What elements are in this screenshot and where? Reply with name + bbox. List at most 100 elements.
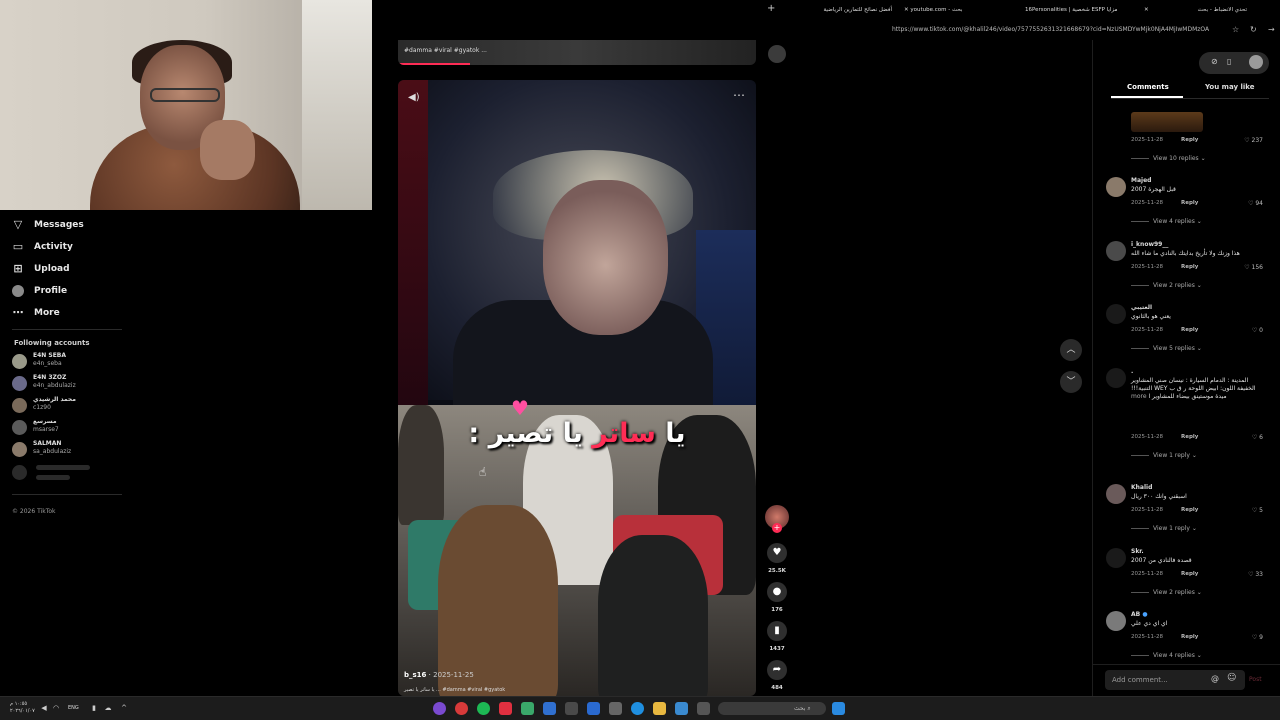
reply-button[interactable]: Reply bbox=[1181, 200, 1198, 206]
emoji-icon[interactable]: ☺ bbox=[1227, 673, 1236, 683]
comment-likes[interactable]: ♡ 6 bbox=[1252, 434, 1263, 441]
volume-icon[interactable]: ◀) bbox=[408, 92, 420, 103]
comment-likes[interactable]: ♡ 9 bbox=[1252, 634, 1263, 641]
bookmark-icon[interactable]: ☆ bbox=[1232, 25, 1239, 34]
tab-comments[interactable]: Comments bbox=[1127, 83, 1169, 91]
comment-username[interactable]: العتيبي bbox=[1131, 304, 1152, 311]
comment-likes[interactable]: ♡ 33 bbox=[1248, 571, 1263, 578]
previous-author-avatar[interactable] bbox=[768, 45, 786, 63]
app-icon-recorder[interactable] bbox=[455, 702, 468, 715]
browser-tab[interactable]: ✕ youtube.com - بحث bbox=[904, 4, 1014, 17]
close-icon[interactable]: ✕ bbox=[1144, 4, 1154, 17]
new-tab-button[interactable]: + bbox=[767, 3, 775, 14]
browser-tab[interactable]: أفضل نصائح للتمارين الرياضية bbox=[786, 4, 892, 17]
app-icon-games[interactable] bbox=[521, 702, 534, 715]
view-replies-button[interactable]: View 2 replies ⌄ bbox=[1131, 282, 1202, 289]
cloud-icon[interactable]: ☁ bbox=[104, 704, 112, 712]
taskbar-clock[interactable]: ١٠:٥٥ م ٢٠٢٦/٠١/٠٧ bbox=[10, 701, 35, 715]
nav-profile[interactable]: Profile bbox=[12, 281, 67, 301]
browser-tab[interactable]: تحدي الانضباط - بحث bbox=[1172, 4, 1247, 17]
app-icon-spotify[interactable] bbox=[477, 702, 490, 715]
reply-button[interactable]: Reply bbox=[1181, 571, 1198, 577]
reply-button[interactable]: Reply bbox=[1181, 264, 1198, 270]
nav-upload[interactable]: ⊞ Upload bbox=[12, 259, 69, 279]
nav-activity[interactable]: ▭ Activity bbox=[12, 237, 73, 257]
following-account[interactable]: SALMAN sa_abdulaziz bbox=[12, 439, 122, 461]
avatar[interactable] bbox=[1106, 368, 1126, 388]
chevron-up-icon[interactable]: ^ bbox=[120, 704, 128, 712]
app-icon-edge[interactable] bbox=[631, 702, 644, 715]
refresh-icon[interactable]: ↻ bbox=[1250, 25, 1257, 34]
view-replies-button[interactable]: View 1 reply ⌄ bbox=[1131, 525, 1197, 532]
video-player[interactable]: ♥ يا ساتر يا تصير : ◀) ⋯ b_s16 · 2025-11… bbox=[398, 80, 756, 696]
view-replies-button[interactable]: View 4 replies ⌄ bbox=[1131, 652, 1202, 659]
wifi-icon[interactable]: ◠ bbox=[52, 704, 60, 712]
comment-username[interactable]: i_know99__ bbox=[1131, 241, 1168, 248]
app-icon-copilot[interactable] bbox=[433, 702, 446, 715]
reply-button[interactable]: Reply bbox=[1181, 327, 1198, 333]
speaker-icon[interactable]: ◀ bbox=[40, 704, 48, 712]
view-replies-button[interactable]: View 5 replies ⌄ bbox=[1131, 345, 1202, 352]
comment-username[interactable]: . bbox=[1131, 368, 1133, 375]
avatar[interactable] bbox=[1106, 484, 1126, 504]
avatar[interactable] bbox=[1106, 611, 1126, 631]
comment-username[interactable]: Majed bbox=[1131, 177, 1151, 184]
post-button[interactable]: Post bbox=[1249, 676, 1262, 683]
app-icon-store[interactable] bbox=[609, 702, 622, 715]
avatar[interactable] bbox=[1106, 548, 1126, 568]
comment-likes[interactable]: ♡ 156 bbox=[1244, 264, 1263, 271]
following-account[interactable]: E4N SEBA e4n_seba bbox=[12, 351, 122, 373]
reply-button[interactable]: Reply bbox=[1181, 434, 1198, 440]
forward-icon[interactable]: → bbox=[1268, 25, 1275, 34]
video-author-line[interactable]: b_s16 · 2025-11-25 bbox=[404, 671, 474, 679]
browser-tab[interactable]: 16Personalities | شخصية ESFP مزايا bbox=[1025, 4, 1140, 17]
avatar[interactable] bbox=[1106, 177, 1126, 197]
app-icon-mail[interactable] bbox=[587, 702, 600, 715]
comment-likes[interactable]: ♡ 237 bbox=[1244, 137, 1263, 144]
app-icon-office[interactable] bbox=[499, 702, 512, 715]
like-button[interactable]: ♥ bbox=[767, 543, 787, 563]
avatar[interactable] bbox=[1106, 241, 1126, 261]
comment-button[interactable]: ● bbox=[767, 582, 787, 602]
follow-plus-icon[interactable]: + bbox=[772, 523, 782, 533]
app-icon-file-explorer[interactable] bbox=[653, 702, 666, 715]
nav-more[interactable]: ⋯ More bbox=[12, 303, 60, 323]
following-account[interactable]: مسرسع msarse7 bbox=[12, 417, 122, 439]
nav-messages[interactable]: ▽ Messages bbox=[12, 215, 84, 235]
share-button[interactable]: ➦ bbox=[767, 660, 787, 680]
reply-button[interactable]: Reply bbox=[1181, 634, 1198, 640]
comment-likes[interactable]: ♡ 0 bbox=[1252, 327, 1263, 334]
taskbar-search[interactable]: بحث ⌕ bbox=[718, 702, 826, 715]
reply-button[interactable]: Reply bbox=[1181, 507, 1198, 513]
mention-icon[interactable]: @ bbox=[1211, 674, 1219, 683]
app-icon-photos[interactable] bbox=[675, 702, 688, 715]
previous-video-button[interactable]: ︿ bbox=[1060, 339, 1082, 361]
more-options-icon[interactable]: ⋯ bbox=[733, 88, 746, 102]
view-replies-button[interactable]: View 4 replies ⌄ bbox=[1131, 218, 1202, 225]
avatar[interactable] bbox=[1106, 304, 1126, 324]
microphone-icon[interactable]: ▮ bbox=[90, 704, 98, 712]
view-replies-button[interactable]: View 2 replies ⌄ bbox=[1131, 589, 1202, 596]
previous-video[interactable]: #damma #viral #gyatok ... bbox=[398, 40, 756, 65]
video-author[interactable]: b_s16 bbox=[404, 671, 426, 679]
url-text[interactable]: https://www.tiktok.com/@khalil246/video/… bbox=[892, 26, 1209, 33]
comment-image[interactable] bbox=[1131, 112, 1203, 132]
windows-start-icon[interactable] bbox=[832, 702, 845, 715]
following-account[interactable]: E4N 3ZOZ e4n_abdulaziz bbox=[12, 373, 122, 395]
next-video-button[interactable]: ﹀ bbox=[1060, 371, 1082, 393]
device-icon[interactable]: ▯ bbox=[1227, 57, 1231, 66]
comment-likes[interactable]: ♡ 5 bbox=[1252, 507, 1263, 514]
following-account[interactable]: محمد الرشيدي c1z90 bbox=[12, 395, 122, 417]
comment-likes[interactable]: ♡ 94 bbox=[1248, 200, 1263, 207]
comment-username[interactable]: Skr. bbox=[1131, 548, 1144, 555]
app-icon-task-view[interactable] bbox=[697, 702, 710, 715]
comment-username[interactable]: AB ● bbox=[1131, 611, 1148, 618]
view-replies-button[interactable]: View 10 replies ⌄ bbox=[1131, 155, 1206, 162]
language-indicator[interactable]: ENG bbox=[68, 705, 79, 711]
user-avatar[interactable] bbox=[1249, 55, 1263, 69]
more-link[interactable]: more bbox=[1131, 393, 1147, 400]
compass-icon[interactable]: ⊘ bbox=[1211, 57, 1218, 66]
app-icon-settings[interactable] bbox=[565, 702, 578, 715]
save-button[interactable]: ▮ bbox=[767, 621, 787, 641]
add-comment-input[interactable]: Add comment... bbox=[1105, 670, 1245, 690]
